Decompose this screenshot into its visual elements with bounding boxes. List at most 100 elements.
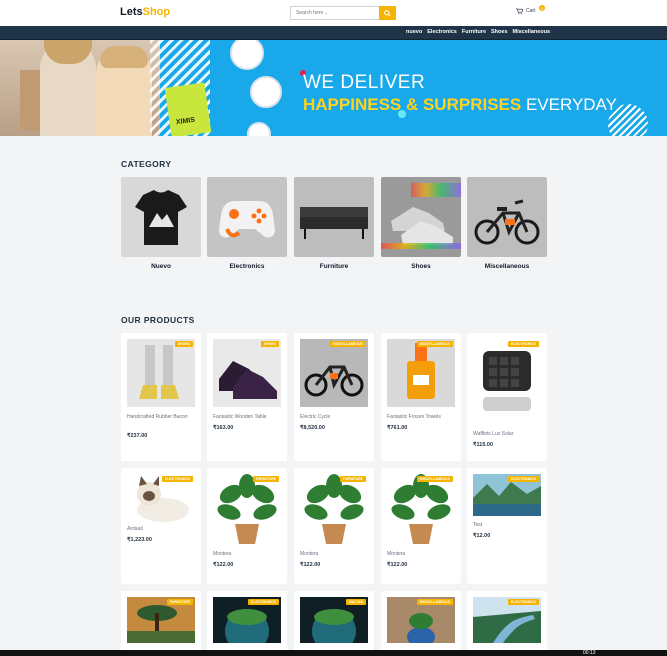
- category-card-nuevo[interactable]: Nuevo: [121, 177, 201, 270]
- product-card[interactable]: ELECTRONICS Test ₹12.00: [467, 468, 547, 584]
- product-card[interactable]: MISCELLANEOUS Fantastic Frozen Towels ₹7…: [381, 333, 461, 461]
- category-card-furniture[interactable]: Furniture: [294, 177, 374, 270]
- logo-accent-text: Shop: [142, 6, 171, 18]
- product-bubble-image-2: [250, 76, 282, 108]
- product-name[interactable]: Test: [473, 521, 539, 529]
- nav-item-electronics[interactable]: Electronics: [427, 29, 457, 35]
- category-card-shoes[interactable]: Shoes: [381, 177, 461, 270]
- category-badge: ELECTRONICS: [161, 476, 193, 482]
- category-badge: FURNITURE: [339, 476, 366, 482]
- product-price: ₹122.00: [300, 562, 321, 568]
- category-badge: ELECTRONICS: [507, 341, 539, 347]
- product-card[interactable]: ELECTRONICS Wafflets Lux Solar ₹115.00: [467, 333, 547, 461]
- category-label: Electronics: [229, 263, 265, 270]
- cart-icon: [516, 8, 523, 14]
- cart-link[interactable]: Cart: [516, 8, 535, 14]
- category-badge: MALTAS: [345, 599, 366, 605]
- product-name[interactable]: Fantastic Wooden Table: [213, 413, 279, 421]
- hero-banner[interactable]: XIMIS WE DELIVER HAPPINESS & SURPRISES E…: [0, 40, 667, 136]
- product-card[interactable]: MISCELLANEOUS: [381, 591, 461, 656]
- category-badge: SHOES: [260, 341, 279, 347]
- loafers-icon: [213, 339, 281, 407]
- product-card[interactable]: MISCELLANEOUS Electric Cycle ₹8,520.00: [294, 333, 374, 461]
- category-badge: MISCELLANEOUS: [416, 599, 453, 605]
- product-price: ₹761.00: [387, 425, 408, 431]
- product-card[interactable]: SHOES Handcrafted Rubber Bacon ₹237.00: [121, 333, 201, 461]
- category-card-electronics[interactable]: Electronics: [207, 177, 287, 270]
- category-badge: ELECTRONICS: [507, 599, 539, 605]
- product-bubble-image-3: [247, 122, 271, 136]
- product-card[interactable]: ELECTRONICS Ardsad ₹1,223.00: [121, 468, 201, 584]
- category-badge: ELECTRONICS: [507, 476, 539, 482]
- category-badge: MISCELLANEOUS: [416, 341, 453, 347]
- logo-text: Lets: [120, 6, 143, 18]
- product-card[interactable]: MISCELLANEOUS Montera ₹122.00: [381, 468, 461, 584]
- product-card[interactable]: ELECTRONICS: [207, 591, 287, 656]
- product-name[interactable]: Montera: [213, 550, 279, 558]
- nav-item-nuevo[interactable]: nuevo: [406, 29, 422, 35]
- search-bar: [290, 6, 396, 20]
- search-input[interactable]: [290, 6, 379, 20]
- product-name[interactable]: Fantastic Frozen Towels: [387, 413, 453, 421]
- perfume-icon: [387, 339, 455, 407]
- nav-item-shoes[interactable]: Shoes: [491, 29, 508, 35]
- category-navbar: nuevo Electronics Furniture Shoes Miscel…: [0, 26, 667, 40]
- ebike-icon: [300, 339, 368, 407]
- product-price: ₹115.00: [473, 442, 494, 448]
- plant-icon: [387, 472, 455, 548]
- category-label: Miscellaneous: [484, 263, 530, 270]
- tshirt-icon: [121, 177, 201, 257]
- category-label: Shoes: [411, 263, 431, 270]
- nav-item-furniture[interactable]: Furniture: [462, 29, 486, 35]
- products-section-title: OUR PRODUCTS: [121, 315, 195, 325]
- product-price: ₹122.00: [213, 562, 234, 568]
- hero-rest-text: EVERYDAY: [521, 95, 617, 114]
- sofa-icon: [294, 177, 374, 257]
- product-card[interactable]: FURNITURE Montera ₹122.00: [294, 468, 374, 584]
- category-badge: SHOES: [174, 341, 193, 347]
- product-card[interactable]: SHOES Fantastic Wooden Table ₹163.00: [207, 333, 287, 461]
- category-badge: MISCELLANEOUS: [416, 476, 453, 482]
- shopping-bag-image-2: [164, 82, 212, 136]
- product-name[interactable]: Electric Cycle: [300, 413, 366, 421]
- category-label: Nuevo: [151, 263, 171, 270]
- category-badge: ELECTRONICS: [247, 599, 279, 605]
- category-section-title: CATEGORY: [121, 159, 172, 169]
- product-name[interactable]: Handcrafted Rubber Bacon: [127, 413, 193, 421]
- category-badge: FURNITURE: [166, 599, 193, 605]
- plant-icon: [300, 472, 368, 548]
- product-name[interactable]: Wafflets Lux Solar: [473, 430, 539, 438]
- product-card[interactable]: ELECTRONICS: [467, 591, 547, 656]
- category-card-miscellaneous[interactable]: Miscellaneous: [467, 177, 547, 270]
- product-card[interactable]: FURNITURE Montera ₹122.00: [207, 468, 287, 584]
- plant-icon: [213, 472, 281, 548]
- top-header: LetsShop Cart 0: [0, 0, 667, 26]
- product-price: ₹1,223.00: [127, 537, 152, 543]
- search-icon: [384, 9, 391, 17]
- product-price: ₹12.00: [473, 533, 491, 539]
- search-button[interactable]: [379, 6, 396, 20]
- cart-label: Cart: [526, 8, 536, 14]
- hero-subheadline: HAPPINESS & SURPRISES EVERYDAY: [303, 95, 617, 115]
- product-price: ₹122.00: [387, 562, 408, 568]
- cart-count-badge: 0: [539, 5, 545, 11]
- product-card[interactable]: MALTAS: [294, 591, 374, 656]
- product-price: ₹8,520.00: [300, 425, 325, 431]
- product-bubble-image: [230, 40, 264, 70]
- waffle-maker-icon: [473, 343, 541, 423]
- product-name[interactable]: Montera: [300, 550, 366, 558]
- product-name[interactable]: Ardsad: [127, 525, 193, 533]
- product-card[interactable]: FURNITURE: [121, 591, 201, 656]
- boots-icon: [127, 339, 195, 407]
- site-logo[interactable]: LetsShop: [120, 6, 170, 18]
- category-badge: MISCELLANEOUS: [329, 341, 366, 347]
- category-badge: FURNITURE: [252, 476, 279, 482]
- bicycle-icon: [467, 177, 547, 257]
- sneakers-icon: [381, 177, 461, 257]
- hero-model-hair-2: [100, 46, 148, 68]
- hero-headline: WE DELIVER: [303, 72, 426, 93]
- nav-item-miscellaneous[interactable]: Miscellaneous: [513, 29, 551, 35]
- gamepad-icon: [207, 177, 287, 257]
- taskbar-clock: 00:13: [583, 650, 596, 656]
- product-name[interactable]: Montera: [387, 550, 453, 558]
